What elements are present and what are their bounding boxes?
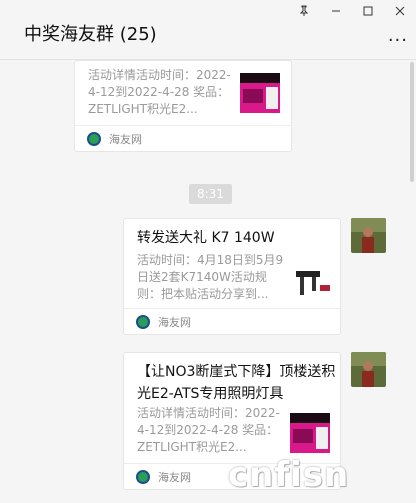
haiyou-logo-icon (87, 131, 101, 146)
card-description: 活动时间：4月18日到5月9日送2套K7140W活动规则：把本贴活动分享到... (137, 253, 284, 301)
title-bar: 中奖海友群 (25) ··· (0, 0, 416, 60)
card-source: 海友网 (158, 470, 191, 484)
time-divider: 8:31 (189, 184, 232, 204)
card-title: 转发送大礼 K7 140W (137, 230, 275, 246)
haiyou-logo-icon (136, 314, 150, 329)
card-thumbnail (290, 413, 330, 453)
shared-link-card[interactable]: 转发送大礼 K7 140W 活动时间：4月18日到5月9日送2套K7140W活动… (123, 218, 341, 335)
card-source: 海友网 (158, 315, 191, 329)
haiyou-logo-icon (136, 469, 150, 484)
card-thumbnail (240, 73, 280, 113)
card-source: 海友网 (109, 132, 142, 146)
window-controls (288, 0, 416, 22)
card-description: 活动详情活动时间：2022-4-12到2022-4-28 奖品：ZETLIGHT… (137, 406, 280, 454)
shared-link-card[interactable]: 活动详情活动时间：2022-4-12到2022-4-28 奖品：ZETLIGHT… (74, 60, 292, 152)
maximize-icon[interactable] (352, 0, 384, 22)
scrollbar[interactable] (410, 62, 414, 182)
card-footer: 海友网 (124, 308, 340, 334)
avatar[interactable] (351, 352, 386, 387)
avatar[interactable] (351, 218, 386, 253)
more-options-icon[interactable]: ··· (388, 30, 408, 51)
card-thumbnail (292, 261, 332, 301)
card-title: 【让NO3断崖式下降】顶楼送积光E2-ATS专用照明灯具 (137, 364, 336, 402)
card-description: 活动详情活动时间：2022-4-12到2022-4-28 奖品：ZETLIGHT… (88, 68, 231, 116)
close-icon[interactable] (384, 0, 416, 22)
minimize-icon[interactable] (320, 0, 352, 22)
card-footer: 海友网 (75, 125, 291, 151)
chat-title: 中奖海友群 (25) (24, 24, 157, 45)
watermark: cnfisn (228, 455, 350, 495)
pin-icon[interactable] (288, 0, 320, 22)
